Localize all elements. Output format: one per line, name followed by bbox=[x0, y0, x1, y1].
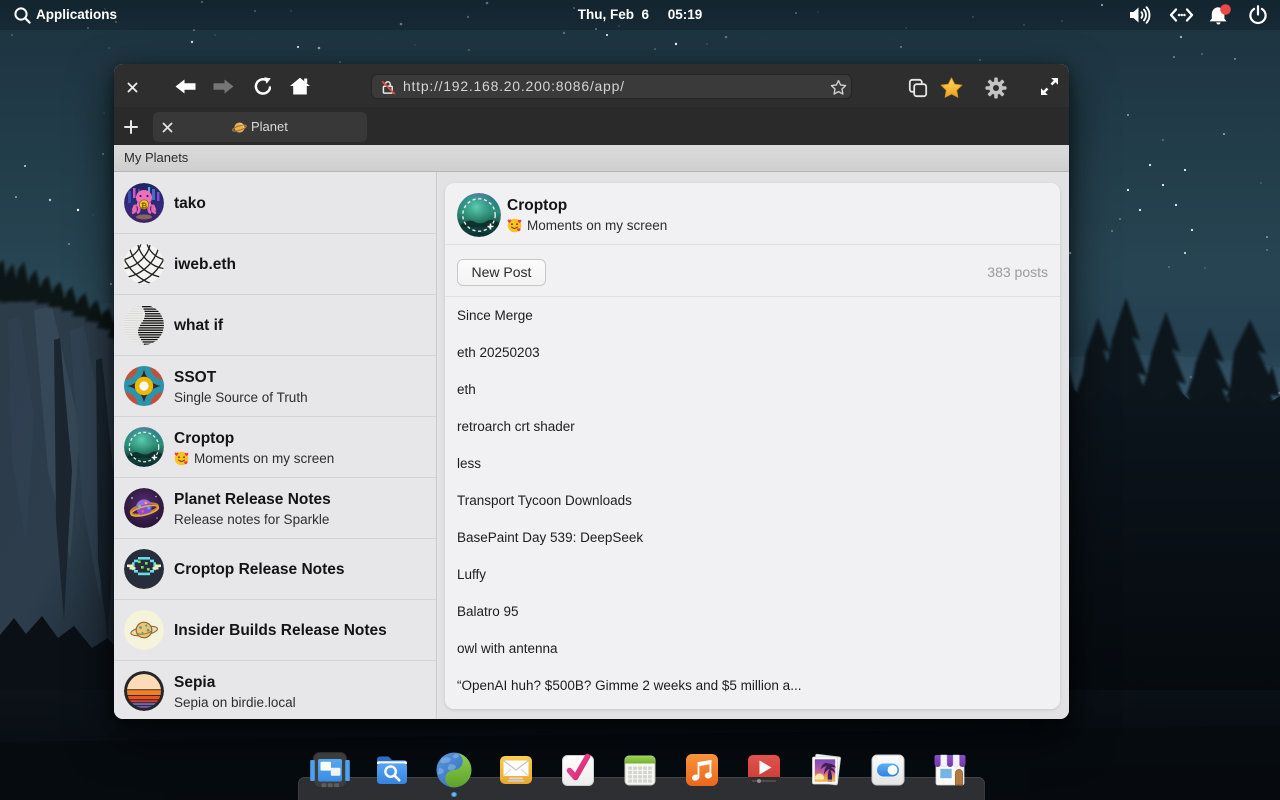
svg-text:₿: ₿ bbox=[141, 201, 147, 210]
